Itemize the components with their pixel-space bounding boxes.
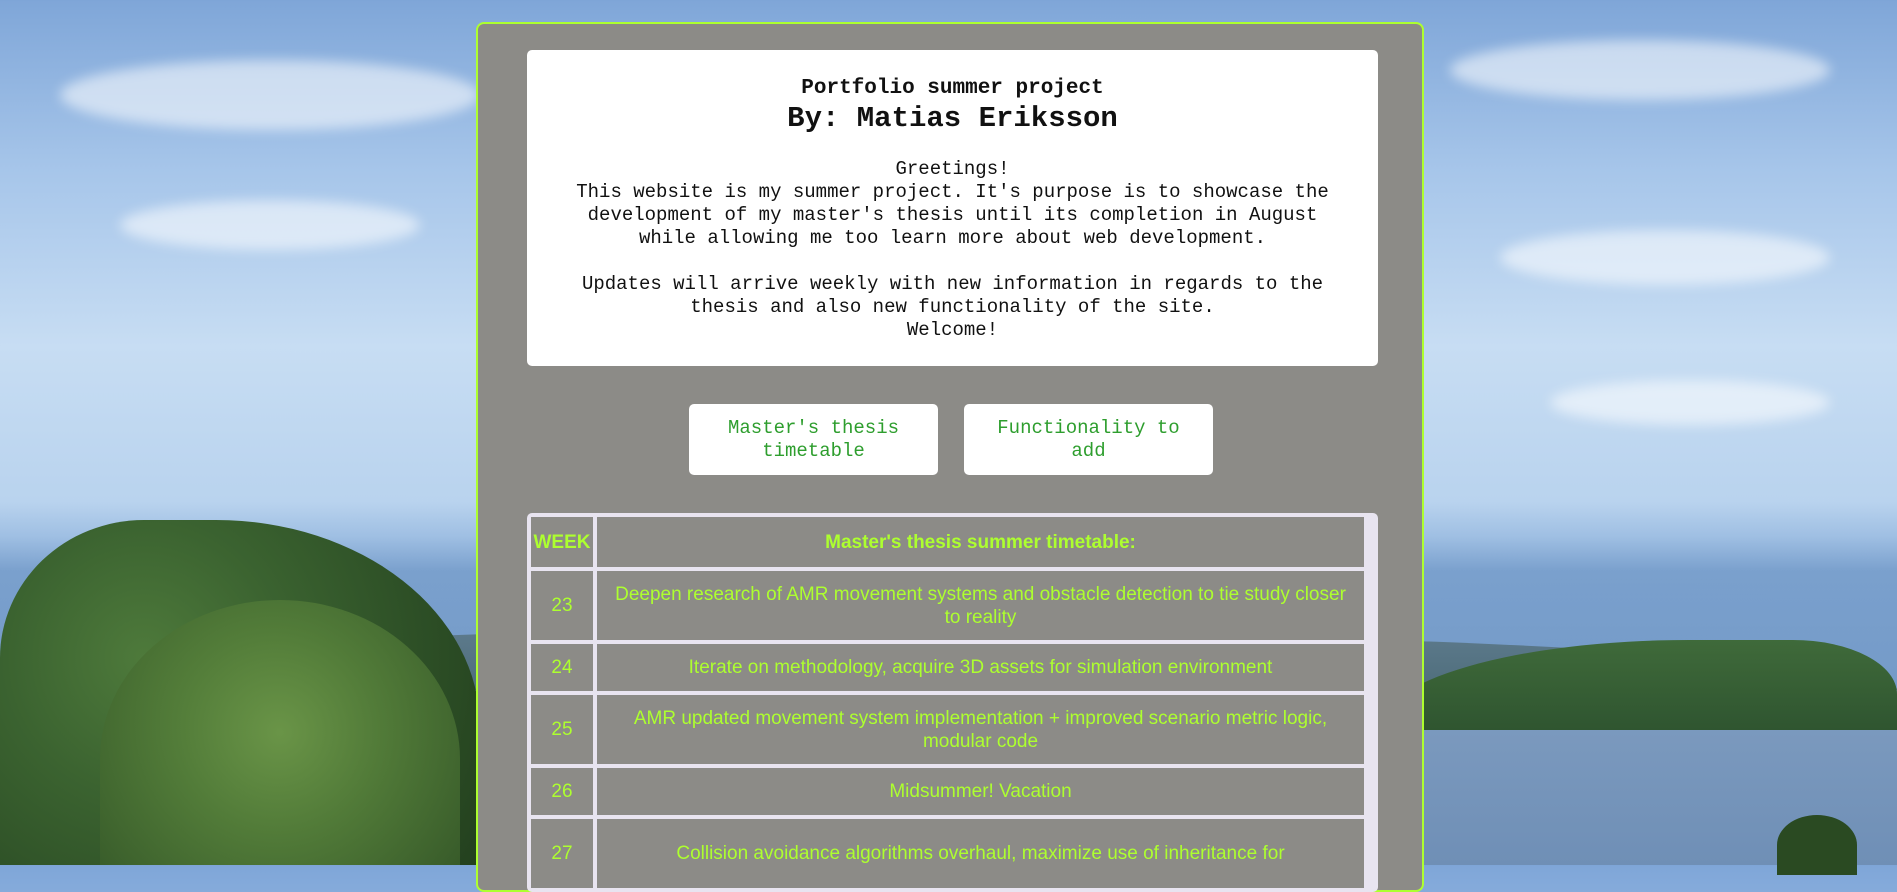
week-cell: 25 <box>531 695 593 764</box>
table-row: 26 Midsummer! Vacation <box>531 768 1364 815</box>
welcome-text: Welcome! <box>906 319 999 341</box>
main-panel: Portfolio summer project By: Matias Erik… <box>476 22 1424 892</box>
week-cell: 24 <box>531 644 593 691</box>
table-row: 24 Iterate on methodology, acquire 3D as… <box>531 644 1364 691</box>
task-cell: AMR updated movement system implementati… <box>597 695 1364 764</box>
page-title: By: Matias Eriksson <box>787 102 1118 135</box>
intro-card: Portfolio summer project By: Matias Erik… <box>527 50 1378 366</box>
task-cell: Iterate on methodology, acquire 3D asset… <box>597 644 1364 691</box>
task-cell: Deepen research of AMR movement systems … <box>597 571 1364 640</box>
intro-paragraph: This website is my summer project. It's … <box>576 181 1329 249</box>
task-cell: Collision avoidance algorithms overhaul,… <box>597 819 1364 888</box>
week-header: WEEK <box>531 517 593 567</box>
greeting-text: Greetings! <box>895 158 1010 180</box>
table-row: 23 Deepen research of AMR movement syste… <box>531 571 1364 640</box>
page-subtitle: Portfolio summer project <box>801 77 1104 100</box>
timetable-button[interactable]: Master's thesis timetable <box>689 404 938 475</box>
week-cell: 26 <box>531 768 593 815</box>
timetable-header: Master's thesis summer timetable: <box>597 517 1364 567</box>
table-row: 27 Collision avoidance algorithms overha… <box>531 819 1364 888</box>
timetable-table: WEEK Master's thesis summer timetable: 2… <box>527 513 1378 892</box>
table-row: 25 AMR updated movement system implement… <box>531 695 1364 764</box>
updates-paragraph: Updates will arrive weekly with new info… <box>581 273 1324 318</box>
table-header-row: WEEK Master's thesis summer timetable: <box>531 517 1364 567</box>
functionality-button[interactable]: Functionality to add <box>964 404 1213 475</box>
task-cell: Midsummer! Vacation <box>597 768 1364 815</box>
week-cell: 23 <box>531 571 593 640</box>
week-cell: 27 <box>531 819 593 888</box>
